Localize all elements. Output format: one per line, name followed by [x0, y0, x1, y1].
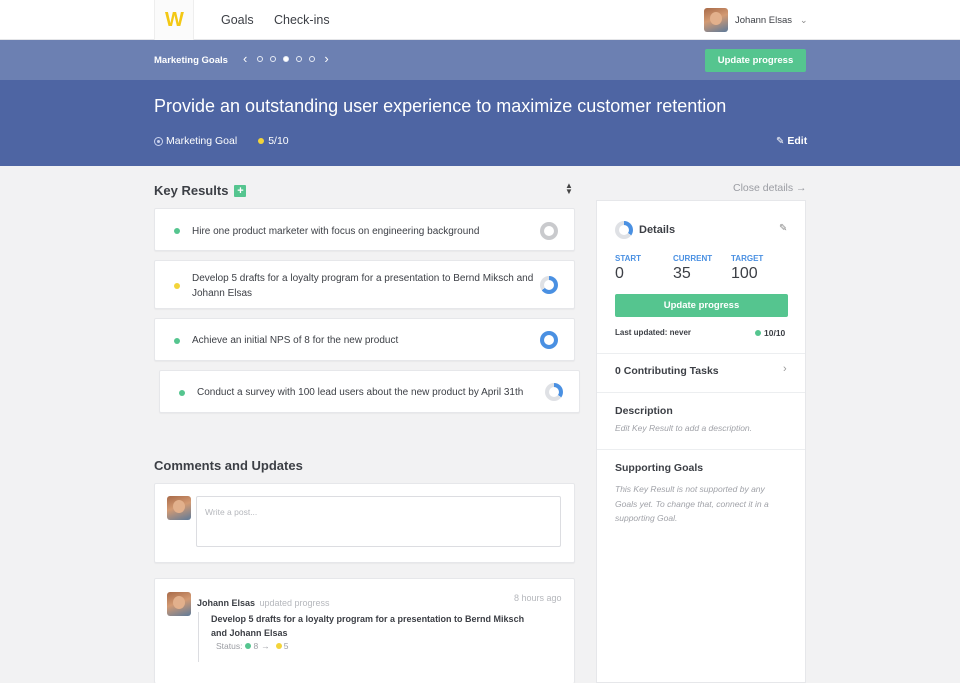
- chevron-left-icon[interactable]: ‹: [243, 52, 247, 65]
- update-header: Johann Elsas updated progress: [197, 593, 330, 611]
- edit-label: Edit: [787, 135, 808, 147]
- progress-ring-icon: [540, 276, 558, 294]
- target-value: 100: [731, 265, 758, 282]
- pager-dot[interactable]: [269, 55, 276, 62]
- update-body: Develop 5 drafts for a loyalty program f…: [198, 612, 538, 662]
- start-value: 0: [615, 265, 624, 282]
- details-panel: Details ✎ START 0 CURRENT 35 TARGET 100 …: [596, 200, 806, 683]
- post-input[interactable]: Write a post...: [196, 496, 561, 547]
- key-result-text: Develop 5 drafts for a loyalty program f…: [192, 273, 534, 299]
- status-label: Status:: [216, 641, 243, 651]
- nav-goals[interactable]: Goals: [221, 13, 254, 27]
- details-score: 10/10: [755, 328, 785, 338]
- key-result-item[interactable]: Achieve an initial NPS of 8 for the new …: [154, 318, 575, 361]
- arrow-right-icon: →: [261, 641, 270, 651]
- goal-meta: Marketing Goal 5/10: [154, 135, 289, 147]
- key-results-title: Key Results: [154, 183, 229, 198]
- supporting-goals-text: This Key Result is not supported by any …: [615, 484, 769, 523]
- goal-title: Provide an outstanding user experience t…: [154, 96, 727, 116]
- status-from: 8: [253, 641, 259, 651]
- update-entry: Johann Elsas updated progress 8 hours ag…: [154, 578, 575, 683]
- comments-heading: Comments and Updates: [154, 458, 303, 473]
- chevron-right-icon[interactable]: ›: [783, 363, 787, 375]
- description-title: Description: [615, 405, 673, 417]
- pager-dot-active[interactable]: [282, 55, 289, 62]
- details-header: Details: [615, 221, 675, 239]
- progress-ring-icon: [540, 222, 558, 240]
- supporting-goals-title: Supporting Goals: [615, 462, 704, 474]
- goal-navigation-bar: Marketing Goals ‹ ›: [0, 40, 960, 80]
- progress-ring-icon: [545, 383, 563, 401]
- start-label: START: [615, 254, 642, 263]
- current-label: CURRENT: [673, 254, 713, 263]
- author-avatar: [167, 592, 191, 616]
- contributing-tasks[interactable]: 0 Contributing Tasks: [615, 365, 719, 377]
- key-result-text: Hire one product marketer with focus on …: [192, 226, 480, 237]
- pager-dot[interactable]: [295, 55, 302, 62]
- pencil-icon[interactable]: ✎: [779, 223, 787, 234]
- update-verb: updated progress: [259, 598, 330, 608]
- pager-dot[interactable]: [256, 55, 263, 62]
- close-details-link[interactable]: Close details →: [733, 182, 807, 194]
- chevron-down-icon: ⌄: [800, 14, 808, 25]
- update-time: 8 hours ago: [514, 593, 562, 603]
- target-label: TARGET: [731, 254, 764, 263]
- status-dot: [174, 228, 180, 234]
- description-text[interactable]: Edit Key Result to add a description.: [615, 421, 785, 436]
- key-result-text: Conduct a survey with 100 lead users abo…: [197, 387, 524, 398]
- status-to: 5: [283, 641, 289, 651]
- status-dot: [174, 338, 180, 344]
- update-key-result[interactable]: Develop 5 drafts for a loyalty program f…: [211, 612, 538, 640]
- goal-type-icon: [154, 136, 163, 146]
- divider: [597, 449, 805, 450]
- last-updated: Last updated: never: [615, 328, 692, 337]
- progress-ring-icon: [615, 221, 633, 239]
- score-value: 10/10: [764, 328, 786, 338]
- status-dot: [174, 283, 180, 289]
- add-key-result-button[interactable]: +: [234, 184, 247, 197]
- update-progress-button[interactable]: Update progress: [705, 49, 806, 72]
- progress-ring-icon: [540, 331, 558, 349]
- score-status-dot: [755, 330, 761, 336]
- key-result-text: Achieve an initial NPS of 8 for the new …: [192, 335, 399, 346]
- edit-goal-button[interactable]: ✎ Edit: [776, 135, 807, 147]
- status-dot-to: [275, 643, 282, 649]
- app-logo[interactable]: W: [154, 0, 194, 40]
- top-navigation: W Goals Check-ins Johann Elsas ⌄: [0, 0, 960, 40]
- key-result-item[interactable]: Hire one product marketer with focus on …: [154, 208, 575, 251]
- update-status: Status: 8 → 5: [211, 641, 538, 651]
- goal-score: 5/10: [268, 135, 289, 147]
- goal-header: Provide an outstanding user experience t…: [0, 80, 960, 166]
- pager-dot[interactable]: [308, 55, 315, 62]
- details-update-progress-button[interactable]: Update progress: [615, 294, 788, 317]
- user-avatar: [167, 496, 191, 520]
- key-result-item[interactable]: Develop 5 drafts for a loyalty program f…: [154, 260, 575, 309]
- divider: [597, 392, 805, 393]
- goal-type: Marketing Goal: [166, 135, 238, 147]
- sort-icon[interactable]: ▲ ▼: [565, 182, 573, 196]
- key-results-heading: Key Results +: [154, 183, 247, 198]
- user-avatar: [704, 8, 728, 32]
- nav-check-ins[interactable]: Check-ins: [274, 13, 330, 27]
- pencil-icon: ✎: [776, 135, 785, 147]
- user-name: Johann Elsas: [735, 14, 793, 26]
- user-menu[interactable]: Johann Elsas ⌄: [704, 8, 808, 32]
- goal-pager: ‹ ›: [237, 52, 335, 65]
- breadcrumb[interactable]: Marketing Goals: [154, 55, 228, 66]
- status-dot-from: [245, 643, 252, 649]
- update-author[interactable]: Johann Elsas: [197, 598, 255, 608]
- chevron-right-icon[interactable]: ›: [324, 52, 328, 65]
- key-result-item-selected[interactable]: Conduct a survey with 100 lead users abo…: [159, 370, 580, 413]
- current-value: 35: [673, 265, 691, 282]
- details-title: Details: [639, 224, 676, 236]
- status-dot: [179, 390, 185, 396]
- score-status-dot: [258, 138, 265, 144]
